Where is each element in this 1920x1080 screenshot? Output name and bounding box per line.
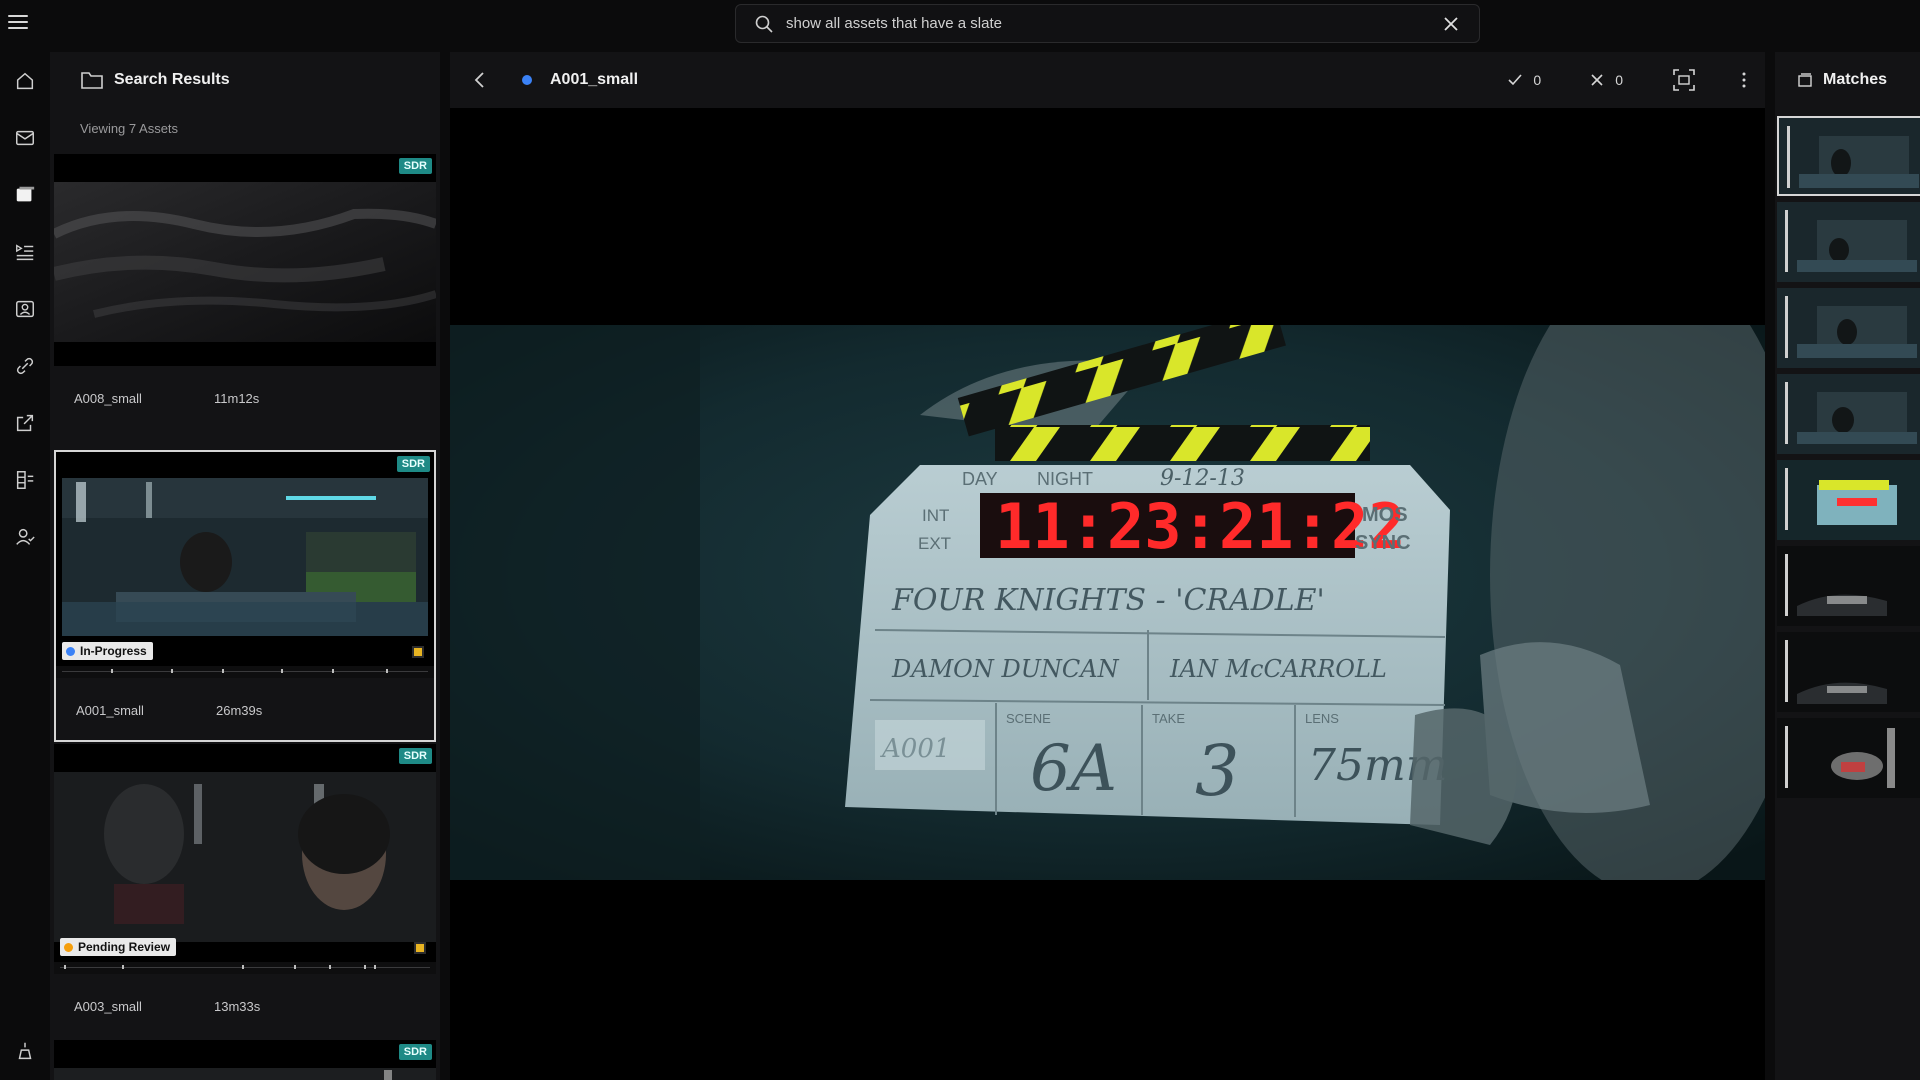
matches-panel: Matches — [1775, 52, 1920, 1080]
assets-icon[interactable] — [6, 176, 44, 214]
top-bar — [0, 0, 1920, 52]
playlist-icon[interactable] — [6, 233, 44, 271]
results-header: Search Results — [50, 52, 440, 108]
left-rail — [0, 52, 50, 1080]
slate-scene: 6A — [1030, 732, 1117, 806]
face-scan-icon[interactable] — [1671, 67, 1697, 93]
slate-take-label: TAKE — [1152, 711, 1185, 726]
export-icon[interactable] — [6, 404, 44, 442]
slate-director: DAMON DUNCAN — [891, 655, 1120, 683]
slate-int: INT — [922, 506, 949, 525]
slate-night: NIGHT — [1037, 469, 1093, 489]
reject-count: 0 — [1615, 72, 1623, 88]
status-label: In-Progress — [80, 644, 147, 658]
asset-duration: 13m33s — [214, 998, 261, 1014]
asset-title: A001_small — [550, 71, 639, 88]
search-bar[interactable] — [735, 4, 1480, 43]
approve-button[interactable]: 0 — [1507, 72, 1541, 88]
approve-count: 0 — [1533, 72, 1542, 88]
flag-icon[interactable] — [412, 646, 424, 658]
folder-icon — [81, 72, 103, 89]
asset-name: A001_small — [76, 702, 144, 718]
status-label: Pending Review — [78, 940, 171, 954]
asset-thumbnail[interactable]: SDR Pending Review — [54, 744, 436, 962]
slate-timecode: 11:23:21:22 — [995, 490, 1406, 563]
viewer-actions: 0 0 — [1507, 52, 1747, 108]
asset-name: A003_small — [74, 998, 142, 1014]
faces-icon[interactable] — [6, 290, 44, 328]
slate-day: DAY — [962, 469, 998, 489]
inbox-icon[interactable] — [6, 119, 44, 157]
more-icon[interactable] — [1741, 70, 1747, 90]
x-icon — [1591, 74, 1603, 86]
status-dot — [522, 75, 532, 85]
slate-mos: MOS — [1362, 504, 1408, 526]
slate-production: FOUR KNIGHTS - 'CRADLE' — [891, 583, 1325, 618]
asset-thumbnail[interactable]: SDR — [54, 1040, 436, 1080]
match-thumbnail[interactable] — [1777, 632, 1920, 712]
match-thumbnail[interactable] — [1777, 718, 1920, 798]
slate-take: 3 — [1195, 730, 1240, 812]
library-icon[interactable] — [6, 461, 44, 499]
status-dot — [64, 942, 73, 952]
sdr-badge: SDR — [396, 456, 430, 472]
slate-lens-label: LENS — [1305, 711, 1339, 726]
match-thumbnail[interactable] — [1777, 288, 1920, 368]
match-thumbnail[interactable] — [1777, 374, 1920, 454]
scrub-bar[interactable] — [56, 666, 434, 678]
scrub-bar[interactable] — [54, 962, 436, 974]
asset-card[interactable]: SDR Pending Review A003_small 13m33s — [54, 744, 436, 1038]
matches-icon — [1798, 73, 1812, 87]
asset-thumbnail[interactable]: SDR In-Progress — [56, 452, 434, 666]
results-count: Viewing 7 Assets — [80, 120, 179, 136]
asset-thumbnail[interactable]: SDR — [54, 154, 436, 366]
reject-button[interactable]: 0 — [1589, 72, 1623, 88]
status-badge: Pending Review — [60, 938, 177, 956]
slate-ext: EXT — [918, 534, 951, 553]
matches-header: Matches — [1775, 52, 1920, 108]
sdr-badge: SDR — [398, 158, 432, 174]
check-icon — [1508, 74, 1523, 86]
match-thumbnail[interactable] — [1777, 546, 1920, 626]
match-thumbnail[interactable] — [1777, 460, 1920, 540]
flag-icon[interactable] — [414, 942, 426, 954]
app-root: Search Results Viewing 7 Assets — [0, 0, 1920, 1080]
viewer: A001_small 0 0 11:23:21:22 DAY NIGHT 9-1… — [450, 52, 1765, 1080]
search-icon — [755, 15, 773, 33]
back-icon[interactable] — [470, 70, 490, 90]
status-badge: In-Progress — [62, 642, 153, 660]
asset-duration: 26m39s — [216, 702, 263, 718]
results-title: Search Results — [114, 71, 230, 88]
asset-meta: A001_small 26m39s — [56, 678, 434, 742]
search-input[interactable] — [786, 15, 1441, 32]
status-dot — [66, 646, 75, 656]
asset-card[interactable]: SDR — [54, 1040, 436, 1080]
asset-card[interactable]: SDR A008_small 11m12s — [54, 154, 436, 430]
settings-icon[interactable] — [6, 1032, 44, 1070]
users-icon[interactable] — [6, 518, 44, 556]
asset-meta: A008_small 11m12s — [54, 366, 436, 430]
sdr-badge: SDR — [398, 1044, 432, 1060]
asset-duration: 11m12s — [214, 390, 260, 406]
asset-name: A008_small — [74, 390, 142, 406]
sdr-badge: SDR — [398, 748, 432, 764]
slate-roll: A001 — [880, 734, 950, 764]
match-thumbnail[interactable] — [1777, 202, 1920, 282]
match-thumbnail[interactable] — [1777, 116, 1920, 196]
slate-camera: IAN McCARROLL — [1169, 655, 1387, 683]
close-icon[interactable] — [1441, 14, 1461, 34]
slate-date: 9-12-13 — [1160, 466, 1245, 491]
home-icon[interactable] — [6, 62, 44, 100]
search-results-panel: Search Results Viewing 7 Assets SDR A008… — [50, 52, 440, 1080]
slate-sync: SYNC — [1355, 532, 1411, 554]
menu-icon[interactable] — [8, 12, 28, 32]
asset-card-selected[interactable]: SDR In-Progress A001_small 26m39s — [54, 450, 436, 742]
video-frame[interactable]: 11:23:21:22 DAY NIGHT 9-12-13 INT EXT MO… — [450, 325, 1765, 880]
asset-meta: A003_small 13m33s — [54, 974, 436, 1038]
viewer-header: A001_small 0 0 — [450, 52, 1765, 108]
matches-title: Matches — [1823, 71, 1888, 88]
links-icon[interactable] — [6, 347, 44, 385]
slate-scene-label: SCENE — [1006, 711, 1051, 726]
